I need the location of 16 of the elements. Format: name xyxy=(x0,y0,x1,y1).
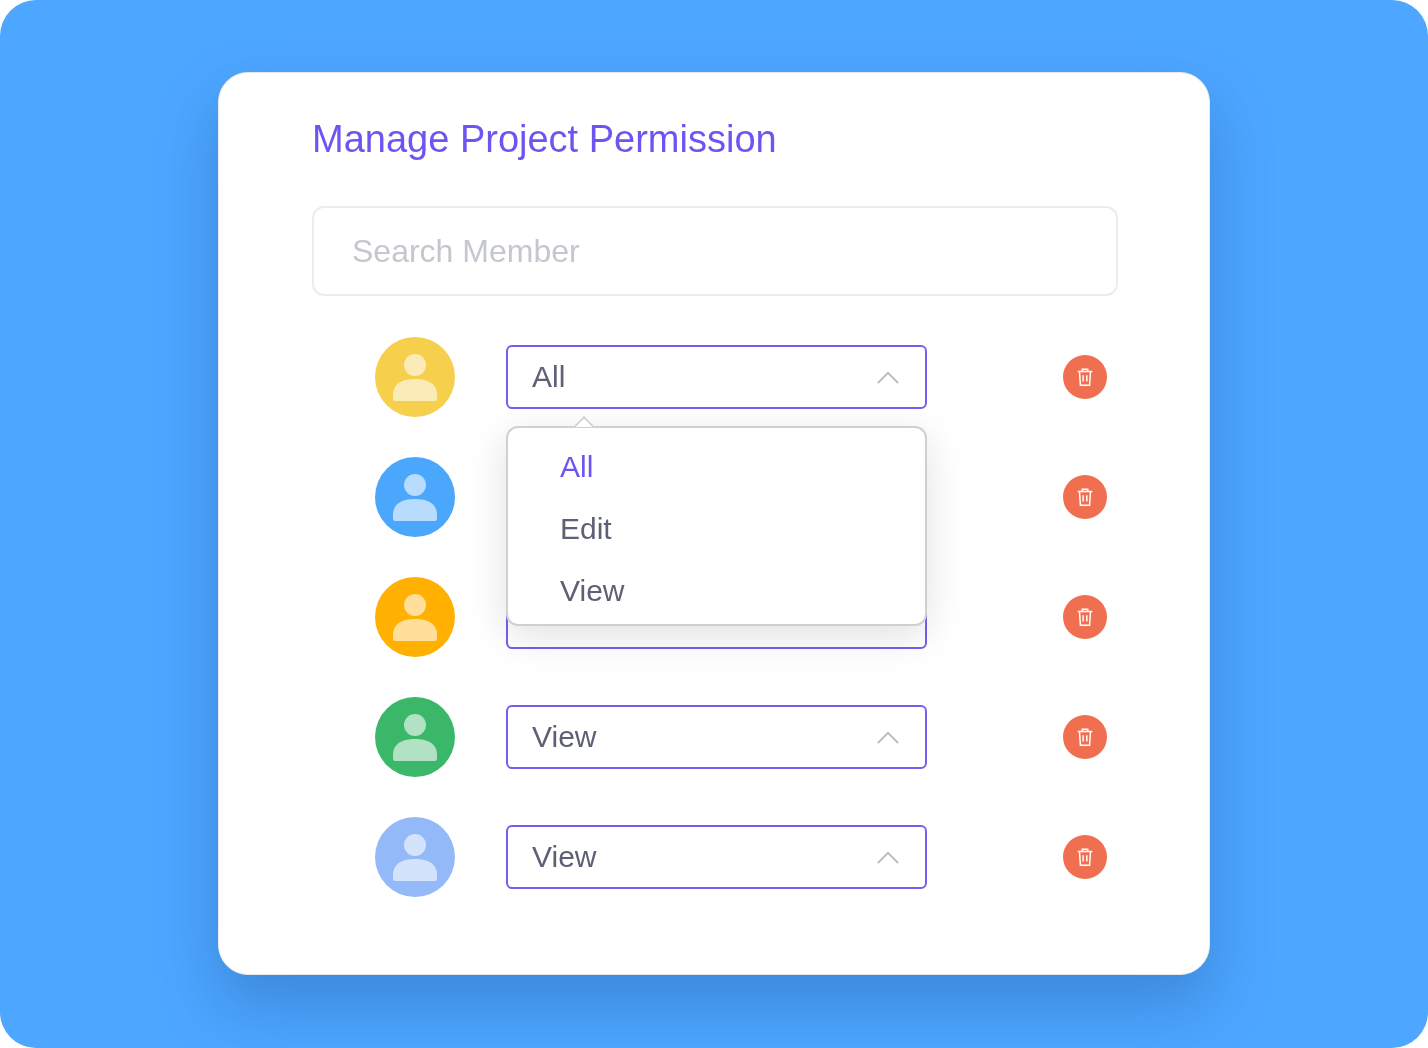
delete-button[interactable] xyxy=(1063,835,1107,879)
delete-button[interactable] xyxy=(1063,355,1107,399)
dialog-title: Manage Project Permission xyxy=(312,117,778,162)
menu-option[interactable]: All xyxy=(508,436,594,498)
chevron-up-icon xyxy=(877,850,899,864)
permission-select[interactable]: View xyxy=(506,705,927,769)
chevron-up-icon xyxy=(877,730,899,744)
menu-option[interactable]: View xyxy=(508,560,625,622)
permission-select[interactable]: All xyxy=(506,345,927,409)
search-field[interactable]: Search Member xyxy=(312,206,1118,296)
delete-button[interactable] xyxy=(1063,475,1107,519)
delete-button[interactable] xyxy=(1063,595,1107,639)
permission-select[interactable]: View xyxy=(506,825,927,889)
menu-option[interactable]: Edit xyxy=(508,498,612,560)
chevron-up-icon xyxy=(877,370,899,384)
delete-button[interactable] xyxy=(1063,715,1107,759)
